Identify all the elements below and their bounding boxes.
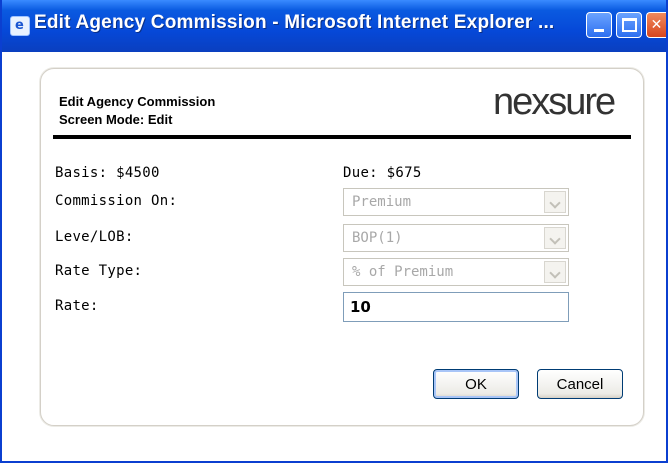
- chevron-down-icon[interactable]: [544, 191, 566, 213]
- rate-label: Rate:: [55, 298, 99, 314]
- chevron-down-icon[interactable]: [544, 261, 566, 283]
- title-bar[interactable]: e Edit Agency Commission - Microsoft Int…: [2, 0, 666, 52]
- nexsure-logo: nexsure: [493, 81, 616, 123]
- edit-commission-panel: Edit Agency Commission Screen Mode: Edit…: [40, 68, 644, 426]
- minimize-icon: [587, 13, 611, 37]
- minimize-button[interactable]: [586, 12, 612, 38]
- close-button[interactable]: ✕: [646, 12, 666, 38]
- rate-input[interactable]: [343, 292, 569, 322]
- maximize-icon: [617, 13, 641, 37]
- level-lob-select[interactable]: BOP(1): [343, 224, 569, 252]
- level-lob-value: BOP(1): [352, 230, 403, 246]
- rate-type-select[interactable]: % of Premium: [343, 258, 569, 286]
- window-content: Edit Agency Commission Screen Mode: Edit…: [2, 52, 666, 461]
- rate-type-label: Rate Type:: [55, 263, 143, 279]
- close-icon: ✕: [650, 17, 663, 33]
- maximize-button[interactable]: [616, 12, 642, 38]
- commission-on-label: Commission On:: [55, 193, 178, 209]
- due-label: Due: $675: [343, 165, 422, 181]
- page-title: Edit Agency Commission: [59, 94, 216, 109]
- commission-on-select[interactable]: Premium: [343, 188, 569, 216]
- browser-popup-window: e Edit Agency Commission - Microsoft Int…: [0, 0, 668, 463]
- commission-on-value: Premium: [352, 194, 412, 210]
- window-title: Edit Agency Commission - Microsoft Inter…: [34, 12, 555, 33]
- level-lob-label: Leve/LOB:: [55, 229, 134, 245]
- chevron-down-icon[interactable]: [544, 227, 566, 249]
- header-divider: [53, 135, 631, 139]
- ok-button[interactable]: OK: [433, 369, 519, 399]
- cancel-button[interactable]: Cancel: [537, 369, 623, 399]
- basis-label: Basis: $4500: [55, 165, 160, 181]
- screen-mode-label: Screen Mode: Edit: [59, 112, 173, 127]
- rate-type-value: % of Premium: [352, 264, 454, 280]
- ie-page-icon: e: [10, 16, 30, 36]
